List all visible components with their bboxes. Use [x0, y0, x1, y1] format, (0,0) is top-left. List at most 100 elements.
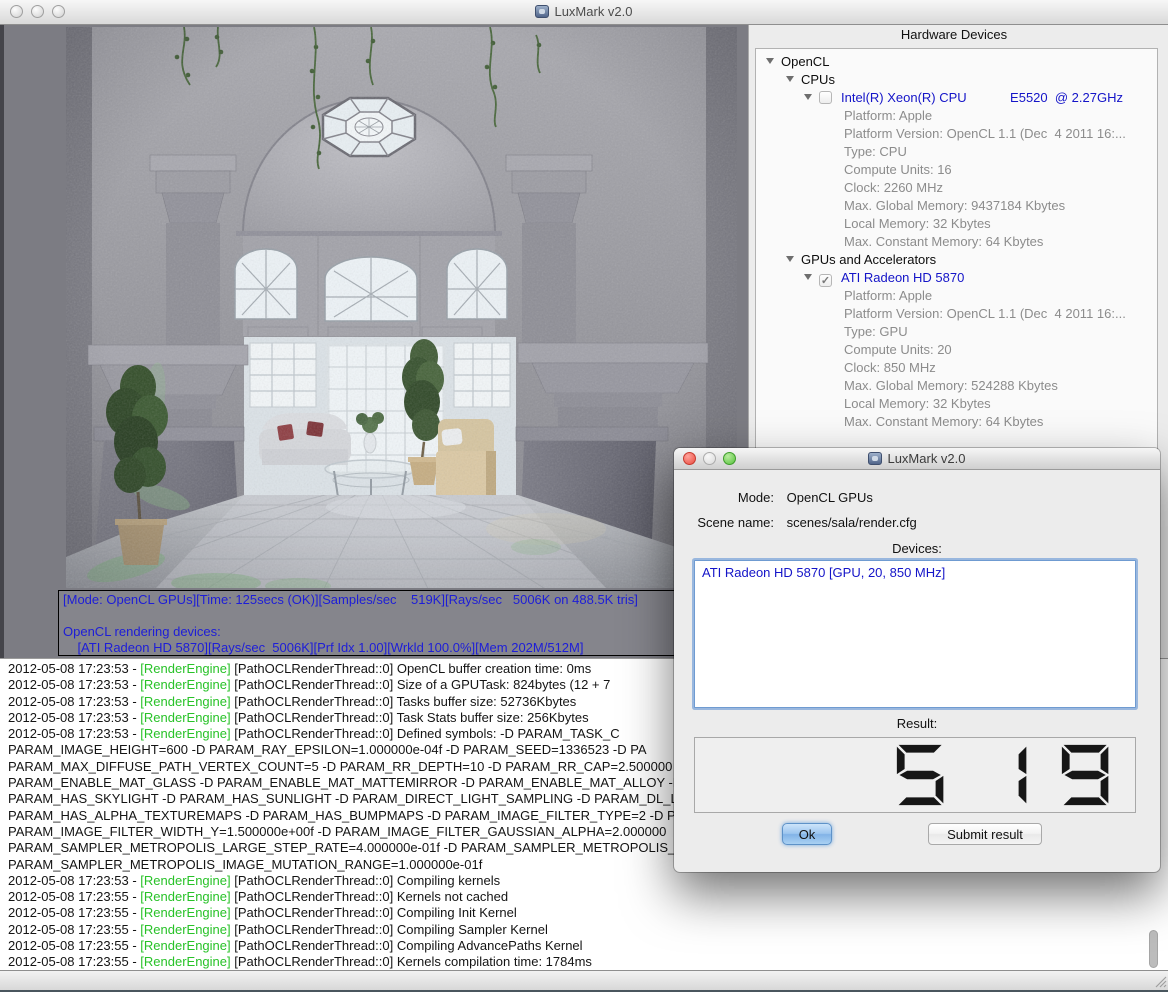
main-titlebar: LuxMark v2.0 — [0, 0, 1168, 25]
tree-detail-row[interactable]: Max. Constant Memory: 64 Kbytes — [756, 413, 1157, 431]
app-icon — [535, 5, 550, 18]
result-lcd-display — [694, 737, 1136, 813]
overlay-line — [63, 608, 733, 624]
result-label: Result: — [896, 716, 938, 731]
disclosure-triangle-icon[interactable] — [766, 58, 774, 64]
tree-branch-row[interactable]: OpenCL — [756, 53, 1157, 71]
devices-list[interactable]: ATI Radeon HD 5870 [GPU, 20, 850 MHz] — [694, 560, 1136, 708]
resize-grip[interactable] — [1153, 974, 1167, 988]
tree-detail-row[interactable]: Platform Version: OpenCL 1.1 (Dec 4 2011… — [756, 305, 1157, 323]
rendered-scene-image — [66, 27, 737, 588]
log-line: 2012-05-08 17:23:55 - [RenderEngine] [Pa… — [8, 938, 583, 954]
tree-detail-row[interactable]: Type: GPU — [756, 323, 1157, 341]
tree-detail-row[interactable]: Type: CPU — [756, 143, 1157, 161]
tree-row-label: Platform: Apple — [844, 108, 933, 123]
lcd-digit — [1061, 744, 1109, 806]
tree-row-label: Platform: Apple — [844, 288, 933, 303]
log-scrollbar-thumb[interactable] — [1149, 930, 1158, 968]
disclosure-triangle-icon[interactable] — [786, 256, 794, 262]
log-tag: [RenderEngine] — [140, 954, 231, 970]
tree-detail-row[interactable]: Clock: 850 MHz — [756, 359, 1157, 377]
tree-row-label: Clock: 850 MHz — [844, 360, 936, 375]
submit-result-button[interactable]: Submit result — [928, 823, 1042, 845]
tree-row-label: Max. Constant Memory: 64 Kbytes — [844, 234, 1044, 249]
log-tag: [RenderEngine] — [140, 709, 231, 725]
dialog-titlebar: LuxMark v2.0 — [674, 448, 1160, 470]
device-checkbox[interactable]: ✓ — [819, 274, 832, 287]
luxmark-main-window: LuxMark v2.0 [Mode: OpenCL GPUs][Time: 1… — [0, 0, 1168, 992]
lcd-digit — [1018, 746, 1026, 804]
log-line: 2012-05-08 17:23:55 - [RenderEngine] [Pa… — [8, 905, 517, 921]
mode-value: OpenCL GPUs — [786, 490, 873, 505]
lcd-digit — [897, 744, 944, 806]
log-tag: [RenderEngine] — [140, 905, 231, 921]
tree-row-label: OpenCL — [781, 54, 830, 69]
log-tag: [RenderEngine] — [140, 889, 231, 905]
tree-device-row[interactable]: ✓ ATI Radeon HD 5870 — [756, 269, 1157, 287]
tree-row-label: Local Memory: 32 Kbytes — [844, 216, 991, 231]
main-window-title: LuxMark v2.0 — [0, 4, 1168, 19]
tree-detail-row[interactable]: Platform Version: OpenCL 1.1 (Dec 4 2011… — [756, 125, 1157, 143]
log-tag: [RenderEngine] — [140, 726, 231, 742]
status-bar: [Mode: OpenCL GPUs][Time: 125secs (OK)][… — [0, 970, 1168, 990]
scene-row: Scene name: scenes/sala/render.cfg — [674, 515, 1160, 530]
overlay-line: OpenCL rendering devices: — [63, 624, 221, 639]
log-line: 2012-05-08 17:23:55 - [RenderEngine] [Pa… — [8, 889, 509, 905]
disclosure-triangle-icon[interactable] — [804, 94, 812, 100]
log-line: 2012-05-08 17:23:53 - [RenderEngine] [Pa… — [8, 872, 501, 888]
log-line: 2012-05-08 17:23:55 - [RenderEngine] [Pa… — [8, 954, 592, 970]
ok-button[interactable]: Ok — [782, 823, 832, 845]
tree-device-row[interactable]: Intel(R) Xeon(R) CPU E5520 @ 2.27GHz — [756, 89, 1157, 107]
tree-row-label: Local Memory: 32 Kbytes — [844, 396, 991, 411]
dialog-title: LuxMark v2.0 — [674, 451, 1160, 466]
tree-row-label: Type: CPU — [844, 144, 907, 159]
tree-detail-row[interactable]: Local Memory: 32 Kbytes — [756, 215, 1157, 233]
tree-detail-row[interactable]: Max. Global Memory: 524288 Kbytes — [756, 377, 1157, 395]
overlay-line: [Mode: OpenCL GPUs][Time: 125secs (OK)][… — [63, 592, 638, 607]
tree-branch-row[interactable]: CPUs — [756, 71, 1157, 89]
tree-row-label: ATI Radeon HD 5870 — [841, 270, 965, 285]
tree-row-label: Compute Units: 16 — [844, 162, 952, 177]
scene-name-value: scenes/sala/render.cfg — [786, 515, 917, 530]
tree-detail-row[interactable]: Max. Global Memory: 9437184 Kbytes — [756, 197, 1157, 215]
result-dialog: LuxMark v2.0 Mode: OpenCL GPUs Scene nam… — [674, 448, 1160, 872]
tree-row-label: Max. Constant Memory: 64 Kbytes — [844, 414, 1044, 429]
devices-label: Devices: — [892, 541, 942, 556]
disclosure-triangle-icon[interactable] — [804, 274, 812, 280]
tree-detail-row[interactable]: Compute Units: 20 — [756, 341, 1157, 359]
dialog-app-icon — [868, 452, 883, 465]
log-line: 2012-05-08 17:23:55 - [RenderEngine] [Pa… — [8, 921, 548, 937]
tree-row-label: Intel(R) Xeon(R) CPU E5520 @ 2.27GHz — [841, 90, 1123, 105]
mode-label: Mode: — [737, 490, 774, 505]
disclosure-triangle-icon[interactable] — [786, 76, 794, 82]
tree-row-label: CPUs — [801, 72, 835, 87]
tree-row-label: Platform Version: OpenCL 1.1 (Dec 4 2011… — [844, 126, 1126, 141]
tree-row-label: Clock: 2260 MHz — [844, 180, 943, 195]
tree-row-label: Max. Global Memory: 524288 Kbytes — [844, 378, 1058, 393]
tree-detail-row[interactable]: Platform: Apple — [756, 287, 1157, 305]
log-tag: [RenderEngine] — [140, 872, 231, 888]
tree-detail-row[interactable]: Platform: Apple — [756, 107, 1157, 125]
tree-row-label: Max. Global Memory: 9437184 Kbytes — [844, 198, 1066, 213]
tree-detail-row[interactable]: Clock: 2260 MHz — [756, 179, 1157, 197]
hardware-devices-title: Hardware Devices — [900, 27, 1008, 42]
mode-row: Mode: OpenCL GPUs — [674, 490, 1160, 505]
log-tag: [RenderEngine] — [140, 693, 231, 709]
tree-row-label: Compute Units: 20 — [844, 342, 952, 357]
render-stats-overlay: [Mode: OpenCL GPUs][Time: 125secs (OK)][… — [58, 590, 738, 656]
tree-branch-row[interactable]: GPUs and Accelerators — [756, 251, 1157, 269]
device-list-item[interactable]: ATI Radeon HD 5870 [GPU, 20, 850 MHz] — [695, 561, 1135, 580]
tree-detail-row[interactable]: Compute Units: 16 — [756, 161, 1157, 179]
scene-name-label: Scene name: — [697, 515, 774, 530]
tree-row-label: GPUs and Accelerators — [801, 252, 937, 267]
log-tag: [RenderEngine] — [140, 921, 231, 937]
overlay-line: [ATI Radeon HD 5870][Rays/sec 5006K][Prf… — [63, 640, 584, 655]
tree-row-label: Type: GPU — [844, 324, 908, 339]
log-tag: [RenderEngine] — [140, 661, 231, 676]
device-checkbox[interactable] — [819, 91, 832, 104]
tree-row-label: Platform Version: OpenCL 1.1 (Dec 4 2011… — [844, 306, 1126, 321]
tree-detail-row[interactable]: Max. Constant Memory: 64 Kbytes — [756, 233, 1157, 251]
log-tag: [RenderEngine] — [140, 677, 231, 693]
render-viewport: [Mode: OpenCL GPUs][Time: 125secs (OK)][… — [4, 25, 749, 658]
tree-detail-row[interactable]: Local Memory: 32 Kbytes — [756, 395, 1157, 413]
